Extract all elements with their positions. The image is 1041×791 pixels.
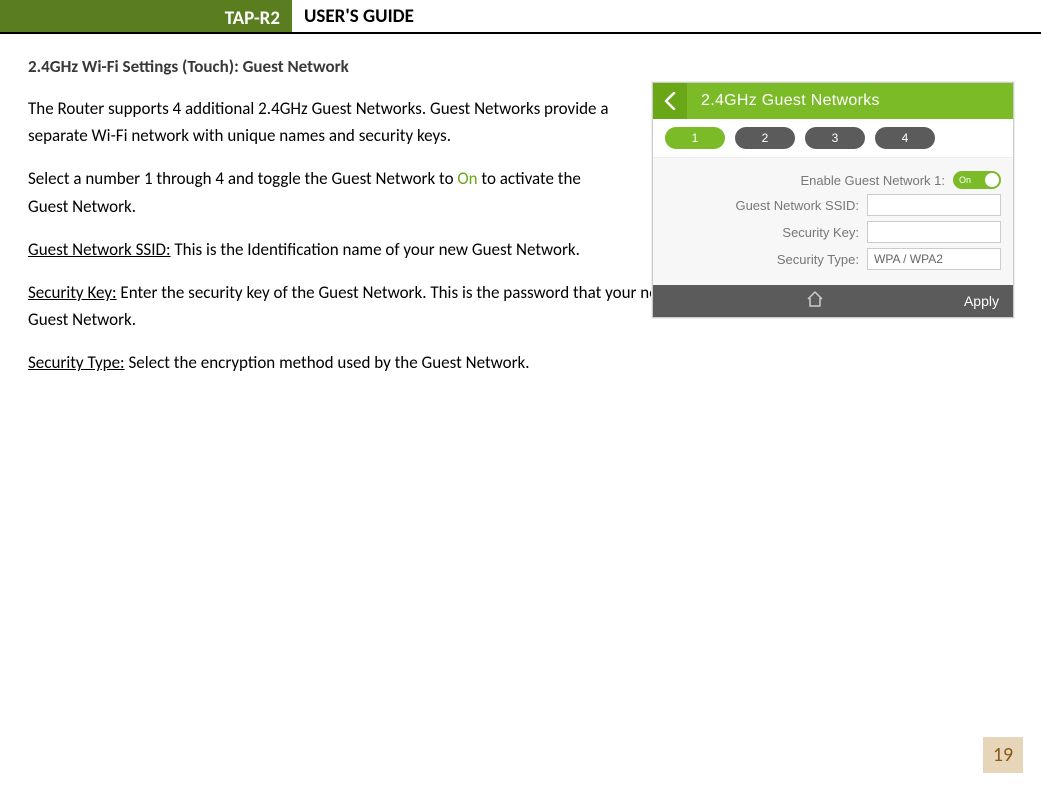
intro-paragraph: The Router supports 4 additional 2.4GHz … xyxy=(28,95,623,149)
ssid-label: Guest Network SSID: xyxy=(28,239,171,260)
tab-3[interactable]: 3 xyxy=(805,127,865,149)
header-title: USER'S GUIDE xyxy=(292,0,414,32)
toggle-text: On xyxy=(959,175,971,185)
ssid-field-label: Guest Network SSID: xyxy=(665,198,859,213)
select-pre: Select a number 1 through 4 and toggle t… xyxy=(28,168,457,189)
sectype-text: Select the encryption method used by the… xyxy=(125,352,530,373)
header-model: TAP-R2 xyxy=(210,0,292,32)
security-key-field-label: Security Key: xyxy=(665,225,859,240)
seckey-label: Security Key: xyxy=(28,282,117,303)
screenshot-title: 2.4GHz Guest Networks xyxy=(687,92,880,110)
tab-4[interactable]: 4 xyxy=(875,127,935,149)
network-tabs: 1 2 3 4 xyxy=(653,119,1013,158)
screenshot-body: Enable Guest Network 1: On Guest Network… xyxy=(653,158,1013,285)
ssid-text: This is the Identification name of your … xyxy=(171,239,580,260)
security-type-paragraph: Security Type: Select the encryption met… xyxy=(28,349,988,376)
enable-label: Enable Guest Network 1: xyxy=(665,173,945,188)
home-icon[interactable] xyxy=(806,291,824,312)
header-accent-bar xyxy=(0,0,210,32)
security-type-field-label: Security Type: xyxy=(665,252,859,267)
tab-1[interactable]: 1 xyxy=(665,127,725,149)
device-screenshot: 2.4GHz Guest Networks 1 2 3 4 Enable Gue… xyxy=(652,82,1014,318)
screenshot-header: 2.4GHz Guest Networks xyxy=(653,83,1013,119)
sectype-label: Security Type: xyxy=(28,352,125,373)
back-icon[interactable] xyxy=(653,83,687,119)
security-key-input[interactable] xyxy=(867,221,1001,243)
tab-2[interactable]: 2 xyxy=(735,127,795,149)
security-type-select[interactable]: WPA / WPA2 xyxy=(867,248,1001,270)
ssid-paragraph: Guest Network SSID: This is the Identifi… xyxy=(28,236,623,263)
enable-toggle[interactable]: On xyxy=(953,171,1001,189)
apply-button[interactable]: Apply xyxy=(964,293,999,309)
screenshot-footer: Apply xyxy=(653,285,1013,317)
select-paragraph: Select a number 1 through 4 and toggle t… xyxy=(28,165,623,219)
page-number: 19 xyxy=(983,737,1023,773)
page-header: TAP-R2 USER'S GUIDE xyxy=(0,0,1041,34)
on-word: On xyxy=(457,168,477,189)
ssid-input[interactable] xyxy=(867,194,1001,216)
section-title: 2.4GHz Wi-Fi Settings (Touch): Guest Net… xyxy=(28,56,1013,77)
